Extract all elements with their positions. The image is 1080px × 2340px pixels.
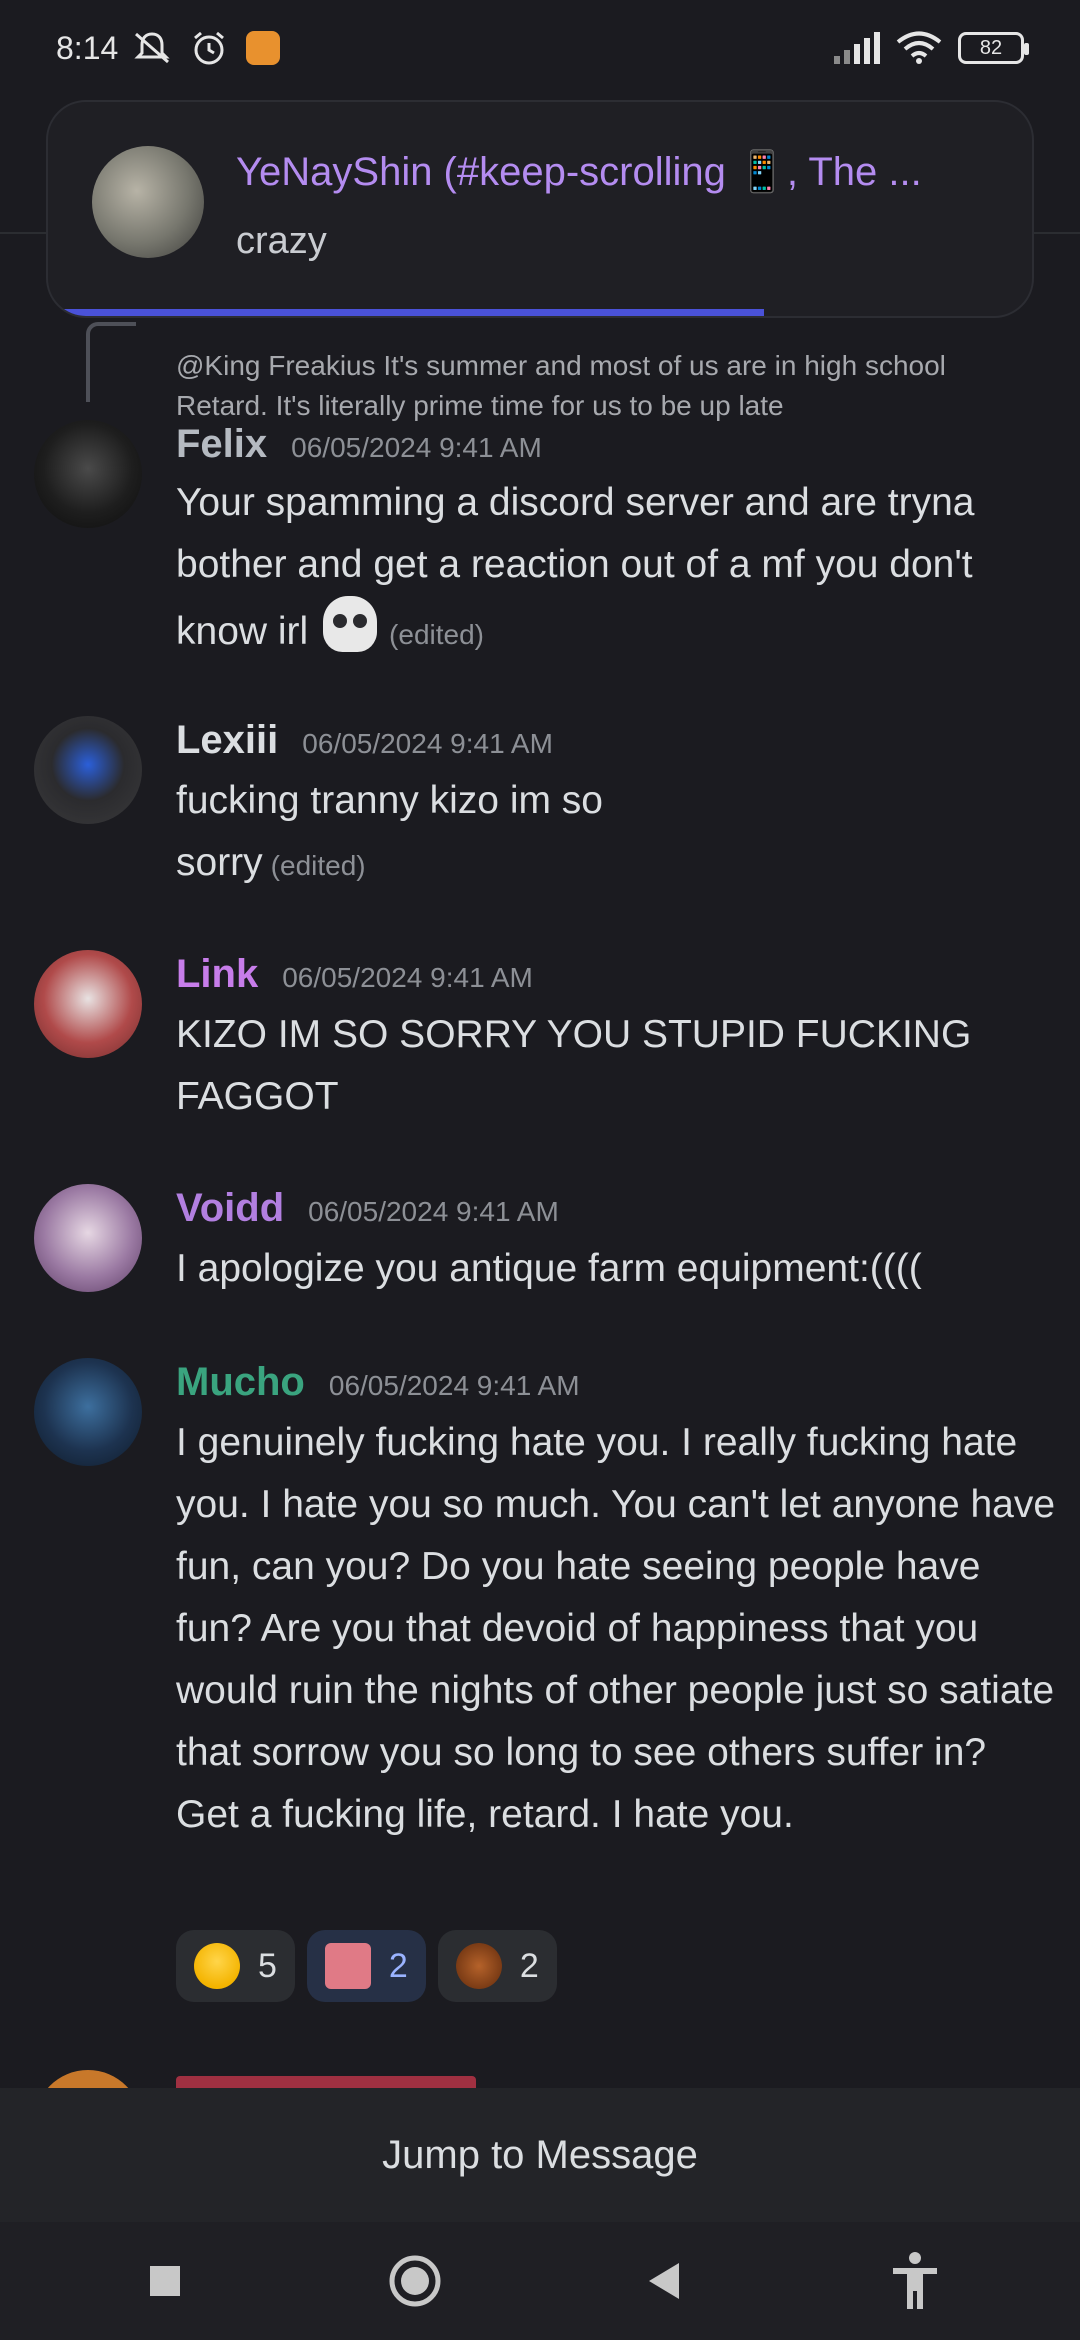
username[interactable]: Link <box>176 952 258 997</box>
username[interactable]: Lexiii <box>176 718 278 763</box>
message-content: Your spamming a discord server and are t… <box>176 472 1056 666</box>
app-notification-icon <box>246 31 281 65</box>
message-text: KIZO IM SO SORRY YOU STUPID FUCKING FAGG… <box>176 1013 972 1118</box>
alarm-icon <box>194 31 225 65</box>
timestamp: 06/05/2024 9:41 AM <box>328 1370 580 1401</box>
avatar[interactable] <box>34 420 142 528</box>
message-text: I genuinely fucking hate you. I really f… <box>176 1421 1056 1836</box>
jump-to-message-button[interactable]: Jump to Message <box>382 2133 698 2178</box>
message-text: Your spamming a discord server and are t… <box>176 481 975 653</box>
username[interactable]: Voidd <box>176 1186 284 1231</box>
scorpion-icon <box>455 1943 502 1989</box>
avatar[interactable] <box>34 1184 142 1292</box>
notification-progress-bar <box>48 309 764 316</box>
loudly-crying-face-icon <box>194 1943 240 1989</box>
message-text: I apologize you antique farm equipment:(… <box>176 1247 922 1290</box>
status-time: 8:14 <box>56 29 119 66</box>
edited-label: (edited) <box>389 619 484 650</box>
avatar[interactable] <box>34 950 142 1058</box>
reaction-crying[interactable]: 5 <box>176 1930 295 2002</box>
wifi-icon <box>896 31 942 64</box>
accessibility-button[interactable] <box>875 2241 955 2321</box>
battery-icon: 82 <box>958 32 1029 64</box>
reaction-count: 2 <box>519 1946 539 1985</box>
timestamp: 06/05/2024 9:41 AM <box>282 962 533 993</box>
notification-avatar <box>92 146 204 258</box>
status-bar: 8:14 82 <box>0 0 1080 96</box>
message-content: I genuinely fucking hate you. I really f… <box>176 1412 1056 1846</box>
avatar[interactable] <box>34 1358 142 1466</box>
signal-icon <box>834 32 880 64</box>
mute-icon <box>134 32 170 64</box>
notification-title: YeNayShin (#keep-scrolling 📱, The ... <box>236 150 922 194</box>
custom-emoji-pink-icon <box>324 1943 371 1989</box>
home-circle-icon <box>389 2255 441 2307</box>
timestamp: 06/05/2024 9:41 AM <box>308 1196 559 1227</box>
reply-connector <box>86 322 136 402</box>
back-triangle-icon <box>649 2263 679 2299</box>
reply-preview-text: @King Freakius It's summer and most of u… <box>176 350 946 421</box>
navigation-bar <box>0 2222 1080 2340</box>
avatar[interactable] <box>34 716 142 824</box>
username[interactable]: Felix <box>176 422 267 467</box>
reply-preview[interactable]: @King Freakius It's summer and most of u… <box>176 346 1036 426</box>
username[interactable]: Mucho <box>176 1360 305 1405</box>
notification-body: crazy <box>236 220 327 262</box>
reaction-scorpion[interactable]: 2 <box>437 1930 557 2002</box>
reaction-count: 5 <box>258 1946 277 1985</box>
message-content: KIZO IM SO SORRY YOU STUPID FUCKING FAGG… <box>176 1004 1056 1128</box>
reaction-custom[interactable]: 2 <box>306 1930 426 2002</box>
accessibility-icon <box>893 2252 937 2309</box>
square-icon <box>150 2266 180 2296</box>
timestamp: 06/05/2024 9:41 AM <box>291 432 542 463</box>
notification-toast[interactable]: YeNayShin (#keep-scrolling 📱, The ... cr… <box>46 100 1034 318</box>
reaction-count: 2 <box>388 1946 408 1985</box>
message-content: I apologize you antique farm equipment:(… <box>176 1238 1056 1300</box>
back-button[interactable] <box>625 2241 705 2321</box>
timestamp: 06/05/2024 9:41 AM <box>302 728 553 759</box>
skull-emoji-icon <box>323 596 378 652</box>
message-text: fucking tranny kizo im so sorry <box>176 779 604 884</box>
battery-level: 82 <box>979 36 1003 59</box>
reactions-row: 5 2 2 <box>176 1930 557 2002</box>
recent-apps-button[interactable] <box>125 2241 205 2321</box>
home-button[interactable] <box>375 2241 455 2321</box>
message-content: fucking tranny kizo im so sorry (edited) <box>176 770 636 897</box>
jump-to-message-bar[interactable]: Jump to Message <box>0 2088 1080 2222</box>
edited-label: (edited) <box>270 850 366 881</box>
